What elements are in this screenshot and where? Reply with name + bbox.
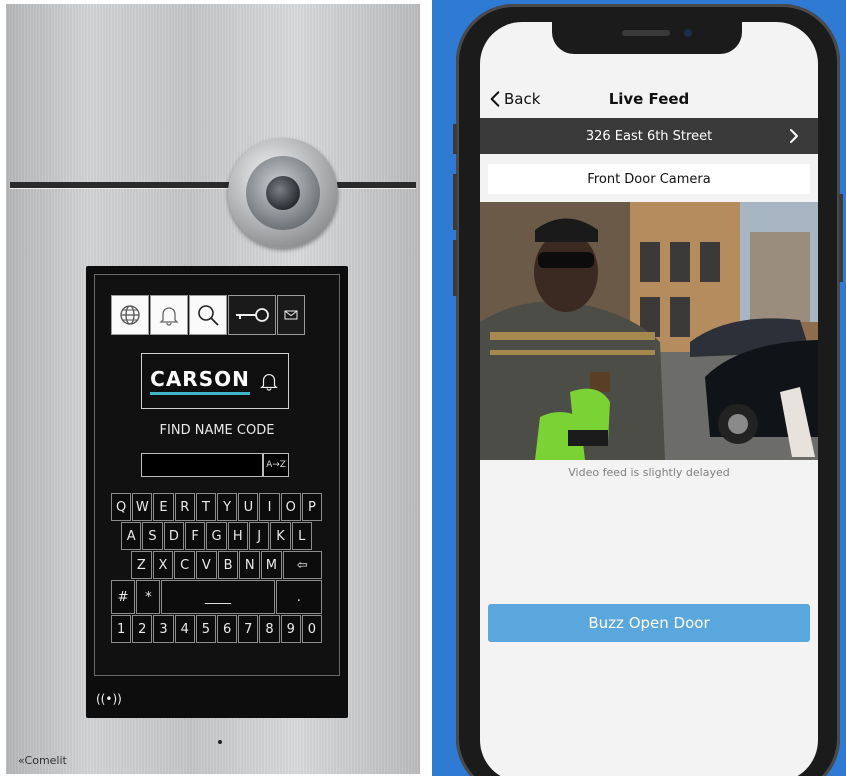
camera-lens-glass xyxy=(266,176,300,210)
key[interactable]: N xyxy=(239,551,261,579)
tab-envelope[interactable] xyxy=(277,295,305,335)
nfc-reader-icon: ((•)) xyxy=(96,692,122,706)
video-frame-image xyxy=(480,202,818,460)
key[interactable]: D xyxy=(163,522,184,550)
camera-name: Front Door Camera xyxy=(587,171,711,187)
key[interactable]: 6 xyxy=(217,615,238,643)
front-camera xyxy=(684,29,692,37)
key[interactable]: Z xyxy=(131,551,152,579)
phone-screen: Back Live Feed 326 East 6th Street Front… xyxy=(480,22,818,776)
camera-lens-ring xyxy=(246,156,320,230)
key[interactable]: F xyxy=(184,522,206,550)
key[interactable]: R xyxy=(174,493,195,521)
period-key[interactable]: . xyxy=(275,580,322,614)
key[interactable]: 3 xyxy=(153,615,174,643)
az-sort-label: A→Z xyxy=(266,460,286,470)
keyboard-row-4: # * ____ . xyxy=(111,580,323,614)
keyboard-row-1: Q W E R T Y U I O P xyxy=(111,493,323,521)
key[interactable]: G xyxy=(206,522,227,550)
space-key[interactable]: ____ xyxy=(161,580,275,614)
key[interactable]: J xyxy=(248,522,270,550)
volume-up-button xyxy=(453,174,457,230)
touchscreen-frame: CARSON FIND NAME CODE A→Z Q W E R T Y U … xyxy=(86,266,348,718)
intercom-tabs xyxy=(111,295,306,335)
key[interactable]: B xyxy=(217,551,239,579)
touchscreen: CARSON FIND NAME CODE A→Z Q W E R T Y U … xyxy=(94,274,340,676)
camera-selector[interactable]: Front Door Camera xyxy=(488,164,810,194)
key[interactable]: 4 xyxy=(174,615,195,643)
key[interactable]: M xyxy=(261,551,282,579)
globe-icon xyxy=(120,305,140,325)
key[interactable]: P xyxy=(301,493,323,521)
key[interactable]: W xyxy=(132,493,153,521)
key[interactable]: S xyxy=(142,522,163,550)
key[interactable]: V xyxy=(196,551,217,579)
address-label: 326 East 6th Street xyxy=(585,128,713,144)
key-icon xyxy=(236,308,269,322)
keyboard-row-5: 1 2 3 4 5 6 7 8 9 0 xyxy=(111,615,323,643)
key[interactable]: Y xyxy=(217,493,238,521)
tab-search[interactable] xyxy=(189,295,227,335)
delay-notice: Video feed is slightly delayed xyxy=(568,466,730,479)
phone-notch xyxy=(552,22,742,54)
key[interactable]: 2 xyxy=(132,615,153,643)
buzz-open-door-button[interactable]: Buzz Open Door xyxy=(488,604,810,642)
key[interactable]: 7 xyxy=(238,615,259,643)
earpiece-speaker xyxy=(622,30,670,36)
address-selector[interactable]: 326 East 6th Street xyxy=(480,118,818,154)
keyboard-row-2: A S D F G H J K L xyxy=(111,522,323,550)
brand-name: CARSON xyxy=(150,367,250,395)
find-name-code-label: FIND NAME CODE xyxy=(159,423,275,438)
envelope-icon xyxy=(284,310,298,320)
key[interactable]: O xyxy=(280,493,301,521)
tab-bell[interactable] xyxy=(150,295,188,335)
key[interactable]: 0 xyxy=(301,615,323,643)
speaker-slot xyxy=(10,182,416,188)
key[interactable]: A xyxy=(121,522,142,550)
key[interactable]: 9 xyxy=(280,615,301,643)
live-video-feed xyxy=(480,202,818,460)
asterisk-key[interactable]: * xyxy=(136,580,161,614)
volume-down-button xyxy=(453,240,457,296)
camera-lens xyxy=(228,138,338,248)
hash-key[interactable]: # xyxy=(111,580,136,614)
backspace-key[interactable]: ⇦ xyxy=(282,551,323,579)
alphabetical-sort-button[interactable]: A→Z xyxy=(263,453,289,477)
chevron-right-icon xyxy=(790,129,798,143)
power-button xyxy=(839,194,843,282)
key[interactable]: H xyxy=(227,522,248,550)
phone-frame: Back Live Feed 326 East 6th Street Front… xyxy=(453,4,843,776)
keyboard-row-3: Z X C V B N M ⇦ xyxy=(111,551,323,579)
key[interactable]: 8 xyxy=(259,615,280,643)
bell-icon xyxy=(260,374,278,391)
manufacturer-logo: «Comelit xyxy=(18,754,67,767)
tab-key[interactable] xyxy=(228,295,276,335)
key[interactable]: T xyxy=(195,493,217,521)
tab-globe[interactable] xyxy=(111,295,149,335)
key[interactable]: U xyxy=(238,493,259,521)
nav-bar: Back Live Feed xyxy=(480,82,818,118)
bell-icon xyxy=(159,307,179,326)
key[interactable]: L xyxy=(291,522,312,550)
intercom-panel: CARSON FIND NAME CODE A→Z Q W E R T Y U … xyxy=(6,4,420,774)
key[interactable]: K xyxy=(270,522,291,550)
buzz-label: Buzz Open Door xyxy=(588,614,710,632)
key[interactable]: 1 xyxy=(111,615,132,643)
search-icon xyxy=(198,305,219,326)
key[interactable]: Q xyxy=(111,493,132,521)
microphone-hole xyxy=(218,740,222,744)
key[interactable]: 5 xyxy=(195,615,217,643)
brand-logo-box: CARSON xyxy=(141,353,289,409)
name-code-input[interactable] xyxy=(141,453,263,477)
phone-showcase: Back Live Feed 326 East 6th Street Front… xyxy=(432,0,846,776)
page-title: Live Feed xyxy=(608,90,690,108)
key[interactable]: I xyxy=(259,493,280,521)
key[interactable]: E xyxy=(153,493,174,521)
key[interactable]: C xyxy=(174,551,196,579)
onscreen-keyboard: Q W E R T Y U I O P A S D F G H J K L Z … xyxy=(111,493,323,644)
key[interactable]: X xyxy=(152,551,174,579)
mute-switch xyxy=(453,124,457,154)
